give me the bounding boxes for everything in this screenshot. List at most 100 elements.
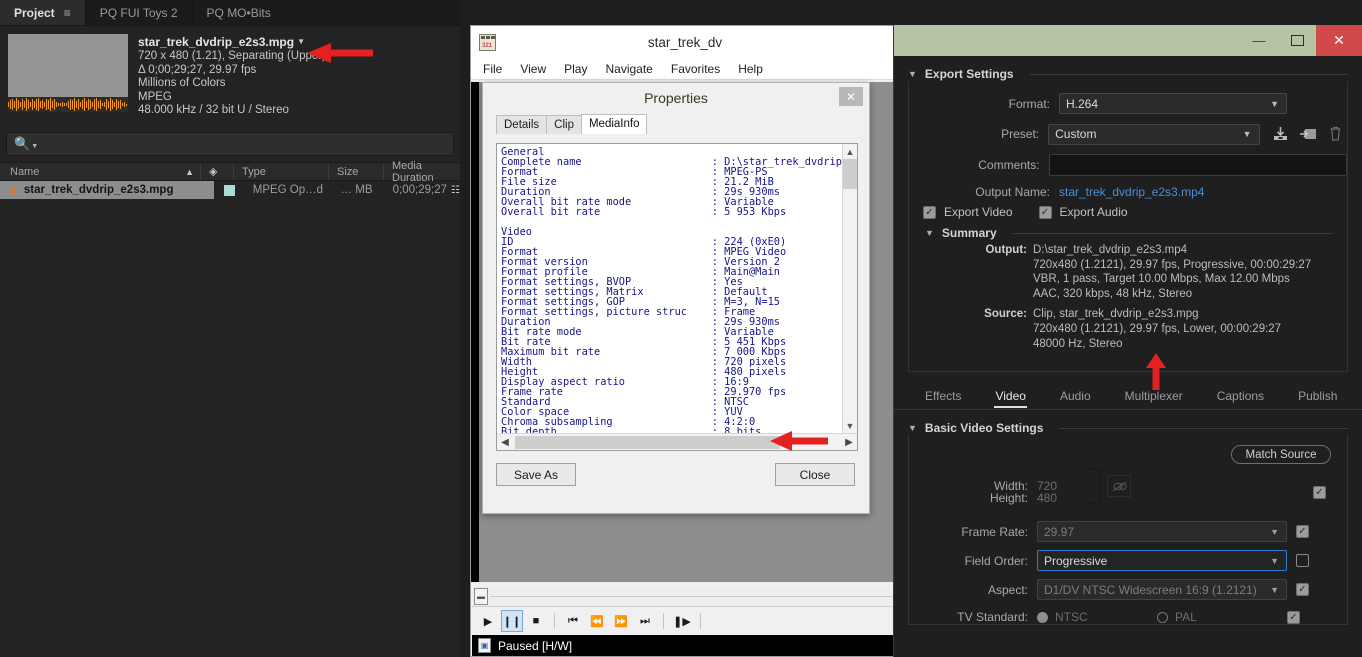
menu-help[interactable]: Help <box>738 62 763 76</box>
row-name-label: star_trek_dvdrip_e2s3.mpg <box>23 184 174 196</box>
link-dimensions-icon[interactable] <box>1107 475 1131 498</box>
comments-input[interactable] <box>1048 154 1347 176</box>
tab-captions[interactable]: Captions <box>1200 389 1281 409</box>
column-header-name[interactable]: Name ▲ <box>0 163 200 180</box>
mediainfo-horizontal-scrollbar[interactable]: ◀ ▶ <box>497 433 857 450</box>
column-header-size[interactable]: Size <box>328 163 383 180</box>
mediainfo-vertical-scrollbar[interactable]: ▲ ▼ <box>842 144 857 433</box>
export-preset-icon[interactable] <box>1297 123 1319 145</box>
close-icon[interactable]: ✕ <box>839 87 863 106</box>
rewind-button[interactable]: ⏪ <box>586 610 608 632</box>
menu-play[interactable]: Play <box>564 62 587 76</box>
skip-back-button[interactable]: ⏮ <box>562 610 584 632</box>
tv-standard-pal-label: PAL <box>1175 610 1197 625</box>
tv-standard-ntsc-option[interactable]: NTSC <box>1037 610 1157 624</box>
export-toggles-row: ✓ Export Video ✓ Export Audio <box>909 205 1347 219</box>
height-value[interactable]: 480 <box>1037 491 1091 505</box>
field-order-match-checkbox[interactable] <box>1296 554 1309 568</box>
tab-mediainfo[interactable]: MediaInfo <box>580 114 648 134</box>
tv-standard-match-checkbox[interactable]: ✓ <box>1287 610 1300 624</box>
dimensions-match-checkbox[interactable]: ✓ <box>1313 485 1326 499</box>
hscroll-track[interactable] <box>513 435 841 449</box>
tab-project[interactable]: Project ≡ <box>0 0 86 25</box>
fast-forward-button[interactable]: ⏩ <box>610 610 632 632</box>
basic-video-settings-header[interactable]: ▼ Basic Video Settings <box>894 421 1362 435</box>
seek-bar[interactable]: ▬ <box>472 587 898 607</box>
player-titlebar[interactable]: 321 star_trek_dv <box>471 26 899 58</box>
summary-output-line-3: VBR, 1 pass, Target 10.00 Mbps, Max 12.0… <box>1033 273 1290 286</box>
save-as-button[interactable]: Save As <box>496 463 576 486</box>
basic-video-settings-group: Match Source Width: 720 Height: 480 ✓ Fr… <box>908 435 1348 626</box>
delete-preset-icon[interactable] <box>1325 123 1347 145</box>
frame-rate-select[interactable]: 29.97 ▼ <box>1037 521 1287 543</box>
menu-file[interactable]: File <box>483 62 502 76</box>
tab-details[interactable]: Details <box>496 115 548 134</box>
export-video-checkbox[interactable]: ✓ <box>923 205 936 219</box>
tab-pq-mobits[interactable]: PQ MO•Bits <box>193 0 286 25</box>
chevron-down-icon[interactable]: ▼ <box>908 423 917 433</box>
scroll-left-icon[interactable]: ◀ <box>497 437 513 448</box>
mediainfo-panel: General Complete name : D:\star_trek_dvd… <box>496 143 858 451</box>
skip-forward-button[interactable]: ⏭ <box>634 610 656 632</box>
tab-pq-fui-toys-2[interactable]: PQ FUI Toys 2 <box>86 0 193 25</box>
maximize-icon[interactable] <box>1278 25 1316 56</box>
tab-video[interactable]: Video <box>978 389 1042 409</box>
column-header-media-duration[interactable]: Media Duration <box>383 160 460 184</box>
row-label-swatch[interactable] <box>214 184 244 196</box>
seek-handle[interactable]: ▬ <box>474 588 488 605</box>
export-settings-header[interactable]: ▼ Export Settings <box>894 67 1362 81</box>
frame-step-button[interactable]: ❚▶ <box>671 610 693 632</box>
format-select[interactable]: H.264 ▼ <box>1059 93 1287 114</box>
match-source-button[interactable]: Match Source <box>1231 445 1331 465</box>
chevron-down-icon[interactable]: ▼ <box>925 228 934 238</box>
panel-menu-icon[interactable]: ≡ <box>64 6 71 20</box>
clip-dropdown-icon[interactable]: ▼ <box>297 37 305 46</box>
tab-publish[interactable]: Publish <box>1281 389 1354 409</box>
scroll-right-icon[interactable]: ▶ <box>841 437 857 448</box>
tab-multiplexer[interactable]: Multiplexer <box>1108 389 1200 409</box>
vscroll-track[interactable] <box>843 159 857 418</box>
pause-button[interactable]: ❙❙ <box>501 610 523 632</box>
vscroll-thumb[interactable] <box>843 159 857 189</box>
menu-view[interactable]: View <box>520 62 546 76</box>
field-order-select[interactable]: Progressive ▼ <box>1037 550 1287 572</box>
sort-ascending-icon[interactable]: ▲ <box>185 167 194 177</box>
preset-select[interactable]: Custom ▼ <box>1048 123 1260 145</box>
summary-header[interactable]: ▼ Summary <box>909 226 1347 240</box>
column-header-type[interactable]: Type <box>233 163 328 180</box>
tab-effects[interactable]: Effects <box>908 389 978 409</box>
chevron-down-icon[interactable]: ▼ <box>31 143 38 150</box>
project-column-headers: Name ▲ ◈ Type Size Media Duration <box>0 160 460 184</box>
chevron-down-icon[interactable]: ▼ <box>908 69 917 79</box>
close-icon[interactable]: ✕ <box>1316 25 1362 56</box>
close-button[interactable]: Close <box>775 463 855 486</box>
format-value: H.264 <box>1066 96 1099 111</box>
aspect-match-checkbox[interactable]: ✓ <box>1296 583 1309 597</box>
export-window-titlebar[interactable]: — ✕ <box>894 25 1362 56</box>
output-name-link[interactable]: star_trek_dvdrip_e2s3.mp4 <box>1059 185 1204 199</box>
tab-clip[interactable]: Clip <box>546 115 582 134</box>
menu-navigate[interactable]: Navigate <box>605 62 652 76</box>
hscroll-thumb[interactable] <box>515 435 780 449</box>
import-preset-icon[interactable] <box>1270 123 1292 145</box>
menu-favorites[interactable]: Favorites <box>671 62 720 76</box>
clip-thumbnail-wrap[interactable] <box>8 34 128 130</box>
aspect-select[interactable]: D1/DV NTSC Widescreen 16:9 (1.2121) ▼ <box>1037 579 1287 601</box>
stop-button[interactable]: ■ <box>525 610 547 632</box>
scroll-up-icon[interactable]: ▲ <box>846 144 855 159</box>
play-button[interactable]: ▶ <box>477 610 499 632</box>
frame-rate-match-checkbox[interactable]: ✓ <box>1296 525 1309 539</box>
export-audio-checkbox[interactable]: ✓ <box>1038 205 1052 219</box>
minimize-icon[interactable]: — <box>1240 25 1278 56</box>
scroll-down-icon[interactable]: ▼ <box>846 418 855 433</box>
table-row[interactable]: ▲ star_trek_dvdrip_e2s3.mpg MPEG Op…d … … <box>0 181 460 199</box>
tab-audio[interactable]: Audio <box>1043 389 1108 409</box>
basic-video-settings-heading: Basic Video Settings <box>924 421 1044 436</box>
column-header-label-color[interactable]: ◈ <box>200 163 233 180</box>
section-rule <box>1012 232 1333 234</box>
search-input[interactable]: 🔍 ▼ <box>6 132 454 156</box>
row-name-cell[interactable]: ▲ star_trek_dvdrip_e2s3.mpg <box>0 181 215 199</box>
field-order-label: Field Order: <box>964 553 1028 568</box>
tv-standard-pal-option[interactable]: PAL <box>1157 610 1277 624</box>
seek-track[interactable] <box>490 596 898 597</box>
